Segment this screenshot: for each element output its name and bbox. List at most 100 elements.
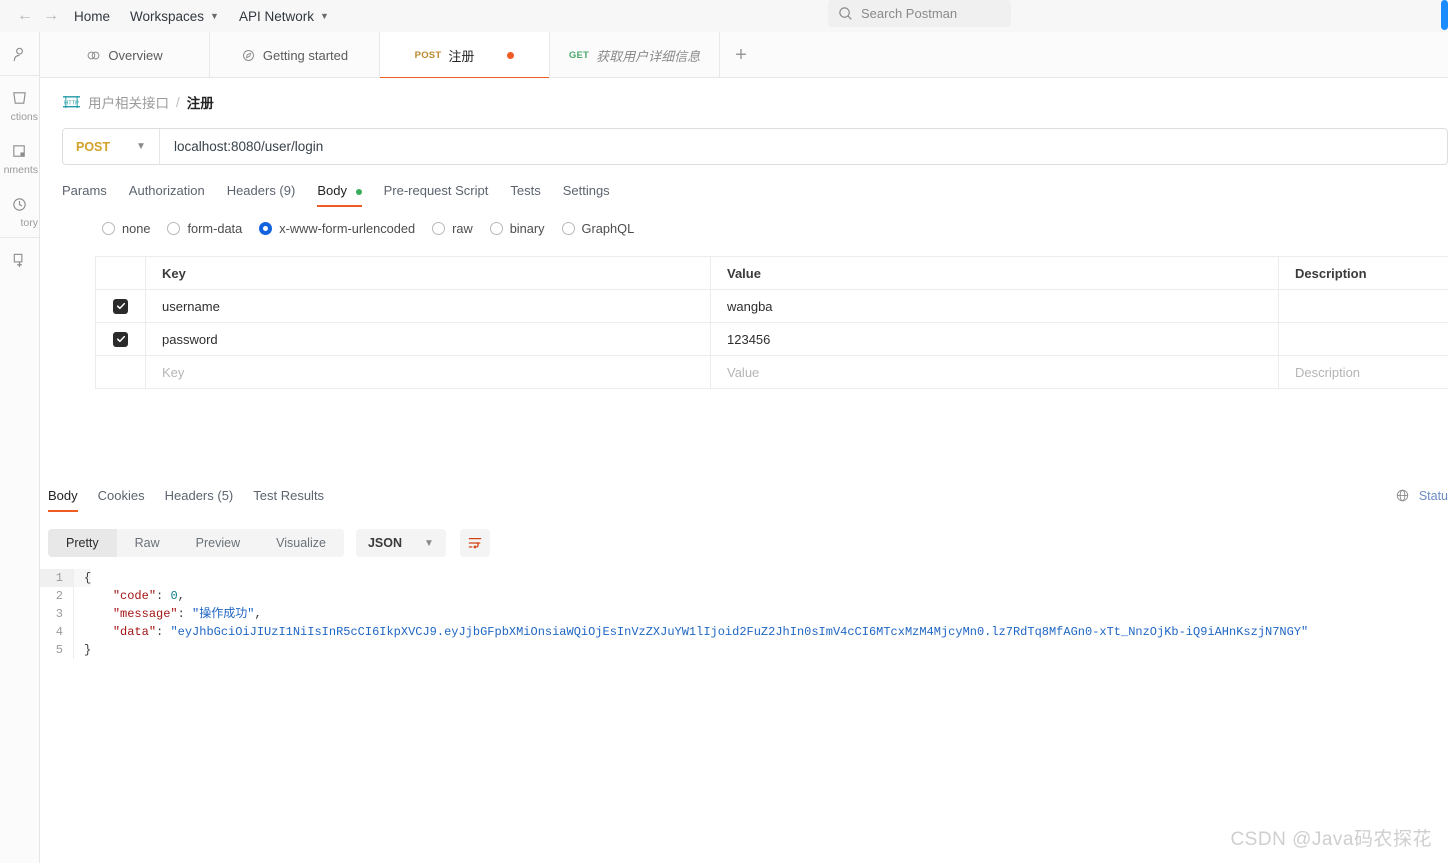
table-row: username wangba: [96, 290, 1448, 323]
new-key-input[interactable]: Key: [146, 356, 711, 388]
request-tab-label: Settings: [562, 183, 610, 198]
arrow-right-icon[interactable]: →: [38, 3, 64, 29]
body-present-indicator-icon: [355, 188, 362, 195]
request-tab-label: Body: [317, 183, 347, 198]
header-value: Value: [711, 257, 1279, 289]
new-value-input[interactable]: Value: [711, 356, 1279, 388]
request-tab-tests[interactable]: Tests: [510, 183, 540, 207]
tab-label: Overview: [108, 47, 163, 63]
request-tab-label: Pre-request Script: [383, 183, 489, 198]
workspaces-menu[interactable]: Workspaces ▼: [120, 0, 229, 32]
body-type-raw[interactable]: raw: [432, 221, 473, 236]
request-tab-label: Authorization: [128, 183, 205, 198]
response-tab-headers[interactable]: Headers (5): [165, 488, 234, 512]
view-mode-label: Pretty: [66, 536, 99, 550]
row-checkbox-cell[interactable]: [96, 290, 146, 322]
line-number: 3: [40, 605, 74, 623]
response-tab-label: Cookies: [97, 488, 145, 503]
request-tab-body[interactable]: Body: [317, 183, 362, 207]
request-tab-params[interactable]: Params: [62, 183, 107, 207]
getting-started-icon: [242, 49, 254, 61]
header-key: Key: [146, 257, 711, 289]
body-type-graphql[interactable]: GraphQL: [561, 221, 635, 236]
view-mode-visualize[interactable]: Visualize: [258, 529, 344, 557]
response-body-code[interactable]: 1 { 2 "code": 0, 3 "message": "操作成功", 4 …: [40, 569, 1448, 659]
chevron-down-icon: ▼: [424, 537, 434, 549]
response-tab-body[interactable]: Body: [48, 488, 78, 512]
tab-getting-started[interactable]: Getting started: [210, 32, 380, 78]
request-tab-label: Headers (9): [226, 183, 296, 198]
response-tab-label: Body: [48, 488, 78, 503]
url-row: POST ▼ localhost:8080/user/login: [40, 112, 1448, 165]
new-description-input[interactable]: Description: [1279, 356, 1448, 388]
response-tab-label: Headers (5): [164, 488, 234, 503]
sidebar-item-history[interactable]: tory: [0, 182, 39, 235]
body-type-label: x-www-form-urlencoded: [279, 221, 416, 236]
row-description[interactable]: [1279, 323, 1448, 355]
page-title: 注册: [186, 96, 214, 111]
view-mode-raw[interactable]: Raw: [117, 529, 178, 557]
body-type-label: binary: [509, 221, 545, 236]
method-dropdown[interactable]: POST ▼: [63, 129, 160, 164]
sidebar-item-environments[interactable]: nments: [0, 129, 39, 182]
sidebar-item-collections[interactable]: ctions: [0, 76, 39, 129]
view-mode-pretty[interactable]: Pretty: [48, 529, 117, 557]
api-network-menu[interactable]: API Network ▼: [229, 0, 339, 32]
new-icon: [13, 253, 23, 268]
header-description: Description: [1295, 265, 1367, 281]
svg-text:HTTP: HTTP: [64, 100, 79, 106]
search-input[interactable]: Search Postman: [828, 0, 1011, 27]
row-description[interactable]: [1279, 290, 1448, 322]
search-icon: [839, 7, 852, 20]
method-label: POST: [76, 139, 111, 154]
view-mode-preview[interactable]: Preview: [178, 529, 258, 557]
format-label: JSON: [367, 536, 402, 550]
request-tab-settings[interactable]: Settings: [563, 183, 610, 207]
checkbox-checked-icon: [113, 331, 128, 347]
code-line: 5 }: [40, 641, 1448, 659]
row-value[interactable]: 123456: [711, 323, 1279, 355]
line-content: {: [74, 569, 92, 587]
sidebar-item-user[interactable]: [0, 32, 39, 73]
new-tab-button[interactable]: +: [720, 32, 762, 78]
radio-icon: [489, 222, 503, 235]
line-content: "code": 0,: [112, 589, 185, 603]
breadcrumb: HTTP 用户相关接口 / 注册: [40, 78, 1448, 112]
row-checkbox-cell[interactable]: [96, 323, 146, 355]
response-tab-cookies[interactable]: Cookies: [98, 488, 145, 512]
request-tab-pre-request-script[interactable]: Pre-request Script: [384, 183, 489, 207]
body-type-x-www-form-urlencoded[interactable]: x-www-form-urlencoded: [259, 221, 415, 236]
sidebar-item-new[interactable]: [0, 238, 39, 279]
request-tab-authorization[interactable]: Authorization: [129, 183, 205, 207]
breadcrumb-folder[interactable]: 用户相关接口: [88, 92, 169, 112]
radio-icon: [561, 222, 575, 235]
body-type-none[interactable]: none: [102, 221, 150, 236]
radio-selected-icon: [259, 222, 273, 235]
sidebar-item-label: nments: [3, 164, 38, 176]
line-content: "message": "操作成功",: [112, 607, 262, 621]
tab-get-user-detail[interactable]: GET 获取用户详细信息: [550, 32, 720, 78]
format-dropdown[interactable]: JSON ▼: [355, 529, 446, 557]
url-input[interactable]: localhost:8080/user/login: [160, 139, 323, 154]
window-scrollbar[interactable]: [1441, 0, 1448, 30]
row-key[interactable]: password: [146, 323, 711, 355]
home-link[interactable]: Home: [64, 0, 120, 32]
body-type-label: GraphQL: [581, 221, 635, 236]
row-value[interactable]: wangba: [711, 290, 1279, 322]
row-key[interactable]: username: [146, 290, 711, 322]
line-number: 2: [40, 587, 74, 605]
body-type-binary[interactable]: binary: [489, 221, 545, 236]
body-type-form-data[interactable]: form-data: [167, 221, 242, 236]
request-tab-headers[interactable]: Headers (9): [227, 183, 296, 207]
home-label: Home: [74, 8, 111, 24]
word-wrap-button[interactable]: [459, 529, 490, 557]
workspaces-label: Workspaces: [130, 8, 205, 24]
tab-overview[interactable]: Overview: [40, 32, 210, 78]
arrow-left-icon[interactable]: ←: [12, 3, 38, 29]
response-tabs: Body Cookies Headers (5) Test Results St…: [40, 488, 1448, 512]
response-tab-test-results[interactable]: Test Results: [253, 488, 324, 512]
table-row: password 123456: [96, 323, 1448, 356]
table-header-row: Key Value Description: [96, 257, 1448, 290]
row-checkbox-cell[interactable]: [96, 356, 146, 388]
tab-post-register[interactable]: POST 注册: [380, 32, 550, 79]
